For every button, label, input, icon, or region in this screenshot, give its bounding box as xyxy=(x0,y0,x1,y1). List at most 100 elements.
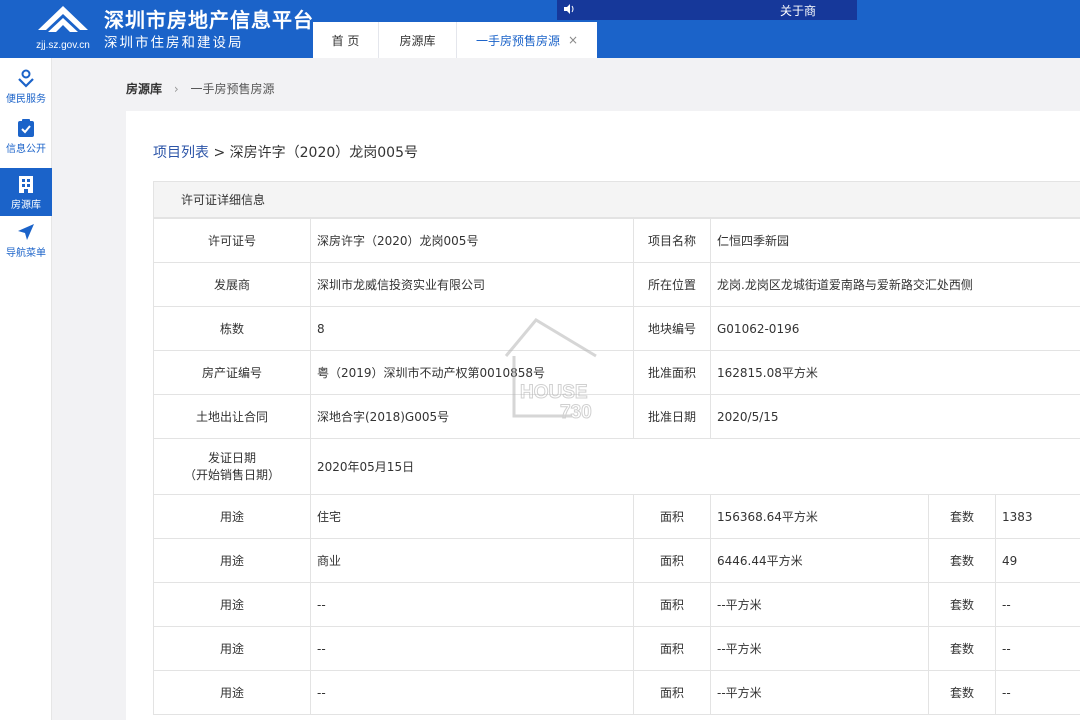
license-detail-table: 许可证详细信息 许可证号 深房许字（2020）龙岗005号 项目名称 仁恒四季新园 发展… xyxy=(153,181,1080,715)
sidebar-item-label: 房源库 xyxy=(11,200,41,211)
usage-label: 用途 xyxy=(153,538,311,583)
table-row: 用途 -- 面积 --平方米 套数 -- xyxy=(153,670,1080,715)
table-row: 发展商 深圳市龙威信投资实业有限公司 所在位置 龙岗.龙岗区龙城街道爱南路与爱新路交汇… xyxy=(153,262,1080,307)
chevron-right-icon: › xyxy=(173,82,179,96)
table-row: 土地出让合同 深地合字(2018)G005号 批准日期 2020/5/15 xyxy=(153,394,1080,439)
area-label: 面积 xyxy=(633,670,711,715)
units-label: 套数 xyxy=(928,626,996,671)
tab-presale-listings[interactable]: 一手房预售房源 × xyxy=(457,22,597,58)
area-value: --平方米 xyxy=(710,582,929,627)
usage-label: 用途 xyxy=(153,670,311,715)
tab-housing-library[interactable]: 房源库 xyxy=(379,22,457,58)
sidebar-item-label: 便民服务 xyxy=(6,94,46,105)
field-label: 项目名称 xyxy=(633,218,711,263)
field-label: 土地出让合同 xyxy=(153,394,311,439)
issue-date-label: 发证日期 （开始销售日期） xyxy=(153,438,311,495)
units-value: -- xyxy=(994,626,1080,671)
area-label: 面积 xyxy=(633,582,711,627)
project-crumb-current: 深房许字（2020）龙岗005号 xyxy=(229,145,418,161)
section-title: 许可证详细信息 xyxy=(153,182,1080,218)
breadcrumb: 房源库 › 一手房预售房源 xyxy=(126,80,275,97)
tab-housing-library-label: 房源库 xyxy=(399,33,436,48)
usage-value: -- xyxy=(310,626,634,671)
usage-value: 住宅 xyxy=(310,494,634,539)
area-label: 面积 xyxy=(633,538,711,583)
usage-value: 商业 xyxy=(310,538,634,583)
sidebar-item-housing-library[interactable]: 房源库 xyxy=(0,168,52,216)
field-label: 批准面积 xyxy=(633,350,711,395)
field-value: 深地合字(2018)G005号 xyxy=(310,394,634,439)
units-value: -- xyxy=(994,582,1080,627)
area-label: 面积 xyxy=(633,494,711,539)
units-label: 套数 xyxy=(928,582,996,627)
breadcrumb-current: 一手房预售房源 xyxy=(190,82,275,96)
table-row: 房产证编号 粤（2019）深圳市不动产权第0010858号 批准面积 162815.0… xyxy=(153,350,1080,395)
clipboard-check-icon xyxy=(0,118,52,140)
field-value: 162815.08平方米 xyxy=(709,350,1080,395)
field-value: 深圳市龙威信投资实业有限公司 xyxy=(310,262,634,307)
usage-label: 用途 xyxy=(153,494,311,539)
field-label: 栋数 xyxy=(153,306,311,351)
table-row: 发证日期 （开始销售日期） 2020年05月15日 xyxy=(153,438,1080,495)
field-value: 2020/5/15 xyxy=(709,394,1080,439)
table-row: 用途 住宅 面积 156368.64平方米 套数 1383 xyxy=(153,494,1080,539)
field-label: 批准日期 xyxy=(633,394,711,439)
area-value: 6446.44平方米 xyxy=(710,538,929,583)
project-crumb-separator: > xyxy=(209,145,230,161)
content-panel: 项目列表 > 深房许字（2020）龙岗005号 许可证详细信息 许可证号 深房许字… xyxy=(126,111,1080,720)
area-value: --平方米 xyxy=(710,670,929,715)
notice-marquee[interactable]: 关于商 xyxy=(557,0,857,20)
usage-label: 用途 xyxy=(153,582,311,627)
usage-value: -- xyxy=(310,670,634,715)
field-label: 发展商 xyxy=(153,262,311,307)
table-row: 用途 商业 面积 6446.44平方米 套数 49 xyxy=(153,538,1080,583)
detail-table: 许可证号 深房许字（2020）龙岗005号 项目名称 仁恒四季新园 发展商 深圳市龙威信投… xyxy=(153,218,1080,715)
issue-date-label-line2: （开始销售日期） xyxy=(183,467,280,482)
logo-url-text: zjj.sz.gov.cn xyxy=(36,40,90,51)
project-list-link[interactable]: 项目列表 xyxy=(153,145,209,161)
sidebar-item-services[interactable]: 便民服务 xyxy=(0,62,52,110)
sidebar-item-navigation-menu[interactable]: 导航菜单 xyxy=(0,216,52,264)
units-label: 套数 xyxy=(928,538,996,583)
sidebar: 便民服务 信息公开 房源库 导航菜单 xyxy=(0,58,52,720)
close-icon[interactable]: × xyxy=(568,33,578,47)
sidebar-item-info-disclosure[interactable]: 信息公开 xyxy=(0,112,52,160)
sidebar-item-label: 信息公开 xyxy=(6,144,46,155)
units-label: 套数 xyxy=(928,670,996,715)
field-label: 所在位置 xyxy=(633,262,711,307)
field-value: 8 xyxy=(310,306,634,351)
tab-home[interactable]: 首 页 xyxy=(313,22,379,58)
area-value: 156368.64平方米 xyxy=(710,494,929,539)
service-icon xyxy=(0,68,52,90)
units-value: 49 xyxy=(994,538,1080,583)
field-label: 地块编号 xyxy=(633,306,711,351)
units-value: 1383 xyxy=(994,494,1080,539)
field-value: 深房许字（2020）龙岗005号 xyxy=(310,218,634,263)
table-row: 许可证号 深房许字（2020）龙岗005号 项目名称 仁恒四季新园 xyxy=(153,218,1080,263)
table-row: 栋数 8 地块编号 G01062-0196 xyxy=(153,306,1080,351)
site-title: 深圳市房地产信息平台 xyxy=(104,8,314,32)
field-label: 许可证号 xyxy=(153,218,311,263)
site-logo[interactable]: zjj.sz.gov.cn xyxy=(28,4,98,54)
field-value: 龙岗.龙岗区龙城街道爱南路与爱新路交汇处西侧 xyxy=(709,262,1080,307)
issue-date-label-line1: 发证日期 xyxy=(207,450,256,465)
field-label: 房产证编号 xyxy=(153,350,311,395)
field-value: 仁恒四季新园 xyxy=(709,218,1080,263)
header-tabs: 首 页 房源库 一手房预售房源 × xyxy=(313,22,597,58)
area-label: 面积 xyxy=(633,626,711,671)
table-row: 用途 -- 面积 --平方米 套数 -- xyxy=(153,626,1080,671)
usage-value: -- xyxy=(310,582,634,627)
area-value: --平方米 xyxy=(710,626,929,671)
units-value: -- xyxy=(994,670,1080,715)
usage-label: 用途 xyxy=(153,626,311,671)
building-icon xyxy=(0,174,52,196)
tab-home-label: 首 页 xyxy=(331,33,360,48)
top-header: zjj.sz.gov.cn 深圳市房地产信息平台 深圳市住房和建设局 关于商 首… xyxy=(0,0,1080,58)
field-value: G01062-0196 xyxy=(709,306,1080,351)
speaker-icon xyxy=(563,3,575,18)
issue-date-value: 2020年05月15日 xyxy=(309,438,1080,495)
about-link[interactable]: 关于商 xyxy=(780,2,816,19)
site-subtitle: 深圳市住房和建设局 xyxy=(104,35,244,51)
table-row: 用途 -- 面积 --平方米 套数 -- xyxy=(153,582,1080,627)
breadcrumb-root[interactable]: 房源库 xyxy=(126,82,162,96)
